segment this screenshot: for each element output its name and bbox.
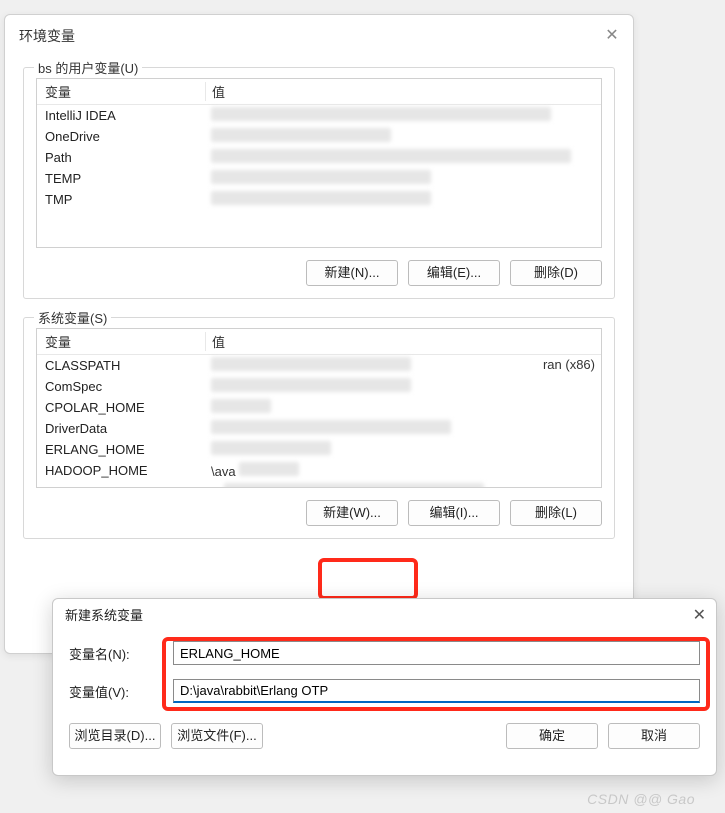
- cell-val: [205, 149, 601, 166]
- var-value-label: 变量值(V):: [69, 682, 173, 701]
- user-vars-button-row: 新建(N)... 编辑(E)... 删除(D): [36, 260, 602, 286]
- table-row[interactable]: TEMP: [37, 168, 601, 189]
- cell-var: TMP: [37, 192, 205, 207]
- cell-val: D: [205, 483, 601, 488]
- cell-val: [205, 441, 601, 458]
- cell-var: TEMP: [37, 171, 205, 186]
- close-icon[interactable]: ✕: [693, 605, 706, 625]
- user-vars-fieldset: bs 的用户变量(U) 变量 值 IntelliJ IDEAOneDrivePa…: [23, 67, 615, 299]
- user-new-button[interactable]: 新建(N)...: [306, 260, 398, 286]
- header-val: 值: [205, 332, 601, 351]
- cell-var: IntelliJ IDEA: [37, 108, 205, 123]
- header-var: 变量: [37, 332, 205, 351]
- cell-val: [205, 128, 601, 145]
- cell-val: \ava: [205, 462, 601, 479]
- table-row[interactable]: JAVA_HOMED: [37, 481, 601, 488]
- main-title: 环境变量: [19, 26, 75, 46]
- main-titlebar: 环境变量 ✕: [5, 15, 633, 57]
- cell-val: [205, 399, 601, 416]
- cell-var: JAVA_HOME: [37, 484, 205, 488]
- cell-var: OneDrive: [37, 129, 205, 144]
- table-row[interactable]: IntelliJ IDEA: [37, 105, 601, 126]
- cell-val: [205, 378, 601, 395]
- browse-file-button[interactable]: 浏览文件(F)...: [171, 723, 263, 749]
- table-row[interactable]: OneDrive: [37, 126, 601, 147]
- cell-var: ComSpec: [37, 379, 205, 394]
- user-delete-button[interactable]: 删除(D): [510, 260, 602, 286]
- sub-titlebar: 新建系统变量 ✕: [53, 599, 716, 631]
- cell-val: [205, 420, 601, 437]
- sys-vars-fieldset: 系统变量(S) 变量 值 CLASSPATH ran (x86)ComSpecC…: [23, 317, 615, 539]
- sys-delete-button[interactable]: 删除(L): [510, 500, 602, 526]
- sys-vars-table[interactable]: 变量 值 CLASSPATH ran (x86)ComSpecCPOLAR_HO…: [36, 328, 602, 488]
- table-row[interactable]: HADOOP_HOME\ava: [37, 460, 601, 481]
- cell-val: [205, 191, 601, 208]
- cell-var: Path: [37, 150, 205, 165]
- close-icon[interactable]: ✕: [603, 27, 621, 45]
- cell-var: HADOOP_HOME: [37, 463, 205, 478]
- ok-button[interactable]: 确定: [506, 723, 598, 749]
- cell-var: DriverData: [37, 421, 205, 436]
- browse-dir-button[interactable]: 浏览目录(D)...: [69, 723, 161, 749]
- table-row[interactable]: TMP: [37, 189, 601, 210]
- var-name-label: 变量名(N):: [69, 644, 173, 663]
- table-row[interactable]: CPOLAR_HOME: [37, 397, 601, 418]
- table-header: 变量 值: [37, 329, 601, 355]
- sys-new-button[interactable]: 新建(W)...: [306, 500, 398, 526]
- sys-vars-button-row: 新建(W)... 编辑(I)... 删除(L): [36, 500, 602, 526]
- user-vars-table[interactable]: 变量 值 IntelliJ IDEA OneDrive Path TEMP TMP: [36, 78, 602, 248]
- sub-button-row: 浏览目录(D)... 浏览文件(F)... 确定 取消: [53, 717, 716, 759]
- cell-var: CPOLAR_HOME: [37, 400, 205, 415]
- table-row[interactable]: ComSpec: [37, 376, 601, 397]
- header-val: 值: [205, 82, 601, 101]
- cell-var: CLASSPATH: [37, 358, 205, 373]
- header-var: 变量: [37, 82, 205, 101]
- table-row[interactable]: ERLANG_HOME: [37, 439, 601, 460]
- cell-val: [205, 107, 601, 124]
- user-vars-legend: bs 的用户变量(U): [34, 58, 142, 77]
- table-header: 变量 值: [37, 79, 601, 105]
- watermark: CSDN @@ Gao: [587, 791, 695, 807]
- user-edit-button[interactable]: 编辑(E)...: [408, 260, 500, 286]
- table-row[interactable]: CLASSPATH ran (x86): [37, 355, 601, 376]
- table-row[interactable]: Path: [37, 147, 601, 168]
- cell-var: ERLANG_HOME: [37, 442, 205, 457]
- table-row[interactable]: DriverData: [37, 418, 601, 439]
- sys-vars-legend: 系统变量(S): [34, 308, 111, 327]
- cell-val: [205, 170, 601, 187]
- sys-edit-button[interactable]: 编辑(I)...: [408, 500, 500, 526]
- sub-title: 新建系统变量: [65, 605, 143, 624]
- env-vars-dialog: 环境变量 ✕ bs 的用户变量(U) 变量 值 IntelliJ IDEA One…: [4, 14, 634, 654]
- highlight-input-fields: [162, 637, 710, 711]
- highlight-new-button: [318, 558, 418, 600]
- cell-val: ran (x86): [205, 357, 601, 374]
- cancel-button[interactable]: 取消: [608, 723, 700, 749]
